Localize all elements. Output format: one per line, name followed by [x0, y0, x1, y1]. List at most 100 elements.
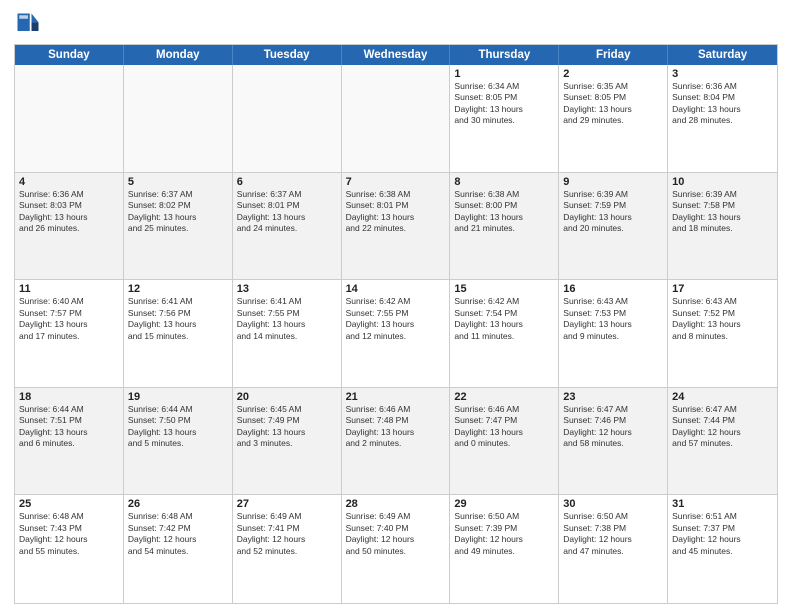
day-info: Sunrise: 6:43 AM Sunset: 7:52 PM Dayligh… — [672, 296, 773, 342]
calendar-week-2: 4Sunrise: 6:36 AM Sunset: 8:03 PM Daylig… — [15, 173, 777, 281]
day-number: 28 — [346, 498, 446, 510]
day-cell-8: 8Sunrise: 6:38 AM Sunset: 8:00 PM Daylig… — [450, 173, 559, 280]
day-info: Sunrise: 6:43 AM Sunset: 7:53 PM Dayligh… — [563, 296, 663, 342]
day-info: Sunrise: 6:42 AM Sunset: 7:54 PM Dayligh… — [454, 296, 554, 342]
logo — [14, 10, 46, 38]
empty-cell — [233, 65, 342, 172]
day-cell-20: 20Sunrise: 6:45 AM Sunset: 7:49 PM Dayli… — [233, 388, 342, 495]
day-number: 9 — [563, 176, 663, 188]
day-number: 1 — [454, 68, 554, 80]
day-number: 18 — [19, 391, 119, 403]
day-cell-19: 19Sunrise: 6:44 AM Sunset: 7:50 PM Dayli… — [124, 388, 233, 495]
day-cell-5: 5Sunrise: 6:37 AM Sunset: 8:02 PM Daylig… — [124, 173, 233, 280]
day-info: Sunrise: 6:49 AM Sunset: 7:41 PM Dayligh… — [237, 511, 337, 557]
calendar-week-3: 11Sunrise: 6:40 AM Sunset: 7:57 PM Dayli… — [15, 280, 777, 388]
day-info: Sunrise: 6:41 AM Sunset: 7:56 PM Dayligh… — [128, 296, 228, 342]
day-info: Sunrise: 6:48 AM Sunset: 7:43 PM Dayligh… — [19, 511, 119, 557]
day-info: Sunrise: 6:45 AM Sunset: 7:49 PM Dayligh… — [237, 404, 337, 450]
calendar-week-5: 25Sunrise: 6:48 AM Sunset: 7:43 PM Dayli… — [15, 495, 777, 603]
day-cell-1: 1Sunrise: 6:34 AM Sunset: 8:05 PM Daylig… — [450, 65, 559, 172]
day-cell-9: 9Sunrise: 6:39 AM Sunset: 7:59 PM Daylig… — [559, 173, 668, 280]
day-info: Sunrise: 6:50 AM Sunset: 7:39 PM Dayligh… — [454, 511, 554, 557]
day-cell-10: 10Sunrise: 6:39 AM Sunset: 7:58 PM Dayli… — [668, 173, 777, 280]
logo-icon — [14, 10, 42, 38]
day-number: 24 — [672, 391, 773, 403]
header-day-friday: Friday — [559, 45, 668, 65]
header-day-thursday: Thursday — [450, 45, 559, 65]
day-info: Sunrise: 6:47 AM Sunset: 7:44 PM Dayligh… — [672, 404, 773, 450]
day-number: 2 — [563, 68, 663, 80]
day-info: Sunrise: 6:46 AM Sunset: 7:47 PM Dayligh… — [454, 404, 554, 450]
day-cell-2: 2Sunrise: 6:35 AM Sunset: 8:05 PM Daylig… — [559, 65, 668, 172]
day-cell-21: 21Sunrise: 6:46 AM Sunset: 7:48 PM Dayli… — [342, 388, 451, 495]
day-info: Sunrise: 6:48 AM Sunset: 7:42 PM Dayligh… — [128, 511, 228, 557]
day-number: 15 — [454, 283, 554, 295]
day-number: 31 — [672, 498, 773, 510]
header-day-sunday: Sunday — [15, 45, 124, 65]
day-cell-23: 23Sunrise: 6:47 AM Sunset: 7:46 PM Dayli… — [559, 388, 668, 495]
day-info: Sunrise: 6:38 AM Sunset: 8:01 PM Dayligh… — [346, 189, 446, 235]
day-info: Sunrise: 6:51 AM Sunset: 7:37 PM Dayligh… — [672, 511, 773, 557]
day-info: Sunrise: 6:44 AM Sunset: 7:50 PM Dayligh… — [128, 404, 228, 450]
day-number: 23 — [563, 391, 663, 403]
empty-cell — [15, 65, 124, 172]
calendar: SundayMondayTuesdayWednesdayThursdayFrid… — [14, 44, 778, 604]
header — [14, 10, 778, 38]
day-number: 26 — [128, 498, 228, 510]
day-cell-14: 14Sunrise: 6:42 AM Sunset: 7:55 PM Dayli… — [342, 280, 451, 387]
day-number: 16 — [563, 283, 663, 295]
header-day-wednesday: Wednesday — [342, 45, 451, 65]
day-cell-11: 11Sunrise: 6:40 AM Sunset: 7:57 PM Dayli… — [15, 280, 124, 387]
day-cell-3: 3Sunrise: 6:36 AM Sunset: 8:04 PM Daylig… — [668, 65, 777, 172]
header-day-monday: Monday — [124, 45, 233, 65]
day-number: 27 — [237, 498, 337, 510]
day-info: Sunrise: 6:41 AM Sunset: 7:55 PM Dayligh… — [237, 296, 337, 342]
day-cell-6: 6Sunrise: 6:37 AM Sunset: 8:01 PM Daylig… — [233, 173, 342, 280]
day-info: Sunrise: 6:36 AM Sunset: 8:03 PM Dayligh… — [19, 189, 119, 235]
day-info: Sunrise: 6:46 AM Sunset: 7:48 PM Dayligh… — [346, 404, 446, 450]
day-number: 7 — [346, 176, 446, 188]
day-cell-17: 17Sunrise: 6:43 AM Sunset: 7:52 PM Dayli… — [668, 280, 777, 387]
day-info: Sunrise: 6:39 AM Sunset: 7:58 PM Dayligh… — [672, 189, 773, 235]
day-cell-7: 7Sunrise: 6:38 AM Sunset: 8:01 PM Daylig… — [342, 173, 451, 280]
page: SundayMondayTuesdayWednesdayThursdayFrid… — [0, 0, 792, 612]
day-cell-22: 22Sunrise: 6:46 AM Sunset: 7:47 PM Dayli… — [450, 388, 559, 495]
day-number: 29 — [454, 498, 554, 510]
day-cell-12: 12Sunrise: 6:41 AM Sunset: 7:56 PM Dayli… — [124, 280, 233, 387]
day-info: Sunrise: 6:50 AM Sunset: 7:38 PM Dayligh… — [563, 511, 663, 557]
day-number: 12 — [128, 283, 228, 295]
day-number: 5 — [128, 176, 228, 188]
calendar-week-1: 1Sunrise: 6:34 AM Sunset: 8:05 PM Daylig… — [15, 65, 777, 173]
day-cell-28: 28Sunrise: 6:49 AM Sunset: 7:40 PM Dayli… — [342, 495, 451, 603]
day-number: 3 — [672, 68, 773, 80]
day-info: Sunrise: 6:34 AM Sunset: 8:05 PM Dayligh… — [454, 81, 554, 127]
calendar-body: 1Sunrise: 6:34 AM Sunset: 8:05 PM Daylig… — [15, 65, 777, 603]
day-number: 11 — [19, 283, 119, 295]
day-info: Sunrise: 6:42 AM Sunset: 7:55 PM Dayligh… — [346, 296, 446, 342]
day-number: 17 — [672, 283, 773, 295]
calendar-header: SundayMondayTuesdayWednesdayThursdayFrid… — [15, 45, 777, 65]
day-cell-25: 25Sunrise: 6:48 AM Sunset: 7:43 PM Dayli… — [15, 495, 124, 603]
day-info: Sunrise: 6:49 AM Sunset: 7:40 PM Dayligh… — [346, 511, 446, 557]
day-info: Sunrise: 6:35 AM Sunset: 8:05 PM Dayligh… — [563, 81, 663, 127]
day-cell-13: 13Sunrise: 6:41 AM Sunset: 7:55 PM Dayli… — [233, 280, 342, 387]
day-info: Sunrise: 6:40 AM Sunset: 7:57 PM Dayligh… — [19, 296, 119, 342]
day-cell-29: 29Sunrise: 6:50 AM Sunset: 7:39 PM Dayli… — [450, 495, 559, 603]
day-cell-15: 15Sunrise: 6:42 AM Sunset: 7:54 PM Dayli… — [450, 280, 559, 387]
day-info: Sunrise: 6:39 AM Sunset: 7:59 PM Dayligh… — [563, 189, 663, 235]
day-number: 14 — [346, 283, 446, 295]
day-number: 6 — [237, 176, 337, 188]
header-day-tuesday: Tuesday — [233, 45, 342, 65]
empty-cell — [124, 65, 233, 172]
day-info: Sunrise: 6:36 AM Sunset: 8:04 PM Dayligh… — [672, 81, 773, 127]
day-number: 25 — [19, 498, 119, 510]
day-number: 19 — [128, 391, 228, 403]
day-number: 20 — [237, 391, 337, 403]
day-info: Sunrise: 6:37 AM Sunset: 8:01 PM Dayligh… — [237, 189, 337, 235]
day-number: 30 — [563, 498, 663, 510]
day-number: 13 — [237, 283, 337, 295]
day-info: Sunrise: 6:47 AM Sunset: 7:46 PM Dayligh… — [563, 404, 663, 450]
header-day-saturday: Saturday — [668, 45, 777, 65]
day-cell-4: 4Sunrise: 6:36 AM Sunset: 8:03 PM Daylig… — [15, 173, 124, 280]
day-cell-18: 18Sunrise: 6:44 AM Sunset: 7:51 PM Dayli… — [15, 388, 124, 495]
